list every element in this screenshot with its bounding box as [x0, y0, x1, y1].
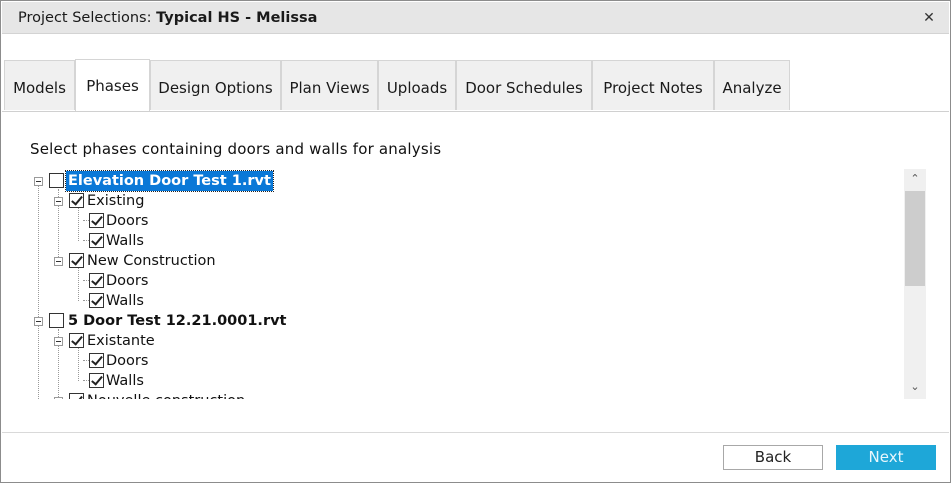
tab-uploads[interactable]: Uploads [378, 60, 456, 110]
tree-node-label: Walls [106, 373, 144, 389]
tree-node-phase[interactable]: Existing [29, 191, 329, 211]
vertical-scrollbar[interactable]: ⌃ ⌄ [904, 169, 926, 399]
collapse-icon[interactable] [54, 397, 63, 399]
tree-node-doors[interactable]: Doors [29, 211, 329, 231]
footer-divider [2, 432, 949, 433]
project-name: Typical HS - Melissa [156, 10, 318, 26]
tree-node-label: Elevation Door Test 1.rvt [65, 170, 274, 192]
collapse-icon[interactable] [54, 197, 63, 206]
tree-node-walls[interactable]: Walls [29, 231, 329, 251]
tab-plan-views[interactable]: Plan Views [281, 60, 378, 110]
walls-checkbox[interactable] [89, 293, 104, 308]
tree-content: Elevation Door Test 1.rvt Existing Doors… [29, 169, 904, 399]
doors-checkbox[interactable] [89, 273, 104, 288]
next-button[interactable]: Next [836, 445, 936, 470]
instructions-text: Select phases containing doors and walls… [30, 140, 442, 158]
collapse-icon[interactable] [34, 177, 43, 186]
tab-bar: Models Phases Design Options Plan Views … [4, 59, 949, 111]
scroll-up-icon[interactable]: ⌃ [904, 169, 926, 189]
walls-checkbox[interactable] [89, 373, 104, 388]
tree-node-doors[interactable]: Doors [29, 271, 329, 291]
collapse-icon[interactable] [54, 257, 63, 266]
doors-checkbox[interactable] [89, 213, 104, 228]
tab-models[interactable]: Models [4, 60, 75, 110]
tree-node-label: Doors [106, 273, 149, 289]
tree-node-label: Existing [87, 193, 145, 209]
tree-node-doors[interactable]: Doors [29, 351, 329, 371]
close-icon[interactable]: ✕ [919, 8, 939, 28]
back-button[interactable]: Back [723, 445, 823, 470]
tree-node-label: Nouvelle construction [87, 391, 245, 399]
dialog-window: Project Selections: Typical HS - Melissa… [0, 0, 951, 483]
tree-node-phase[interactable]: Nouvelle construction [29, 391, 329, 399]
collapse-icon[interactable] [54, 337, 63, 346]
phase-checkbox[interactable] [69, 393, 84, 399]
model-checkbox[interactable] [49, 313, 64, 328]
tab-design-options[interactable]: Design Options [150, 60, 281, 110]
walls-checkbox[interactable] [89, 233, 104, 248]
model-checkbox[interactable] [49, 173, 64, 188]
tree-node-walls[interactable]: Walls [29, 291, 329, 311]
window-title: Project Selections: Typical HS - Melissa [18, 10, 317, 26]
doors-checkbox[interactable] [89, 353, 104, 368]
tab-door-schedules[interactable]: Door Schedules [456, 60, 592, 110]
tree-node-label: Doors [106, 213, 149, 229]
tab-analyze[interactable]: Analyze [714, 60, 790, 110]
tree-node-label: New Construction [87, 253, 216, 269]
title-prefix: Project Selections: [18, 10, 157, 26]
phase-tree[interactable]: Elevation Door Test 1.rvt Existing Doors… [29, 169, 926, 399]
scroll-down-icon[interactable]: ⌄ [904, 377, 926, 397]
tree-node-label: Existante [87, 333, 155, 349]
tree-node-label: Walls [106, 233, 144, 249]
title-bar: Project Selections: Typical HS - Melissa… [2, 2, 949, 34]
phase-checkbox[interactable] [69, 193, 84, 208]
tree-node-phase[interactable]: New Construction [29, 251, 329, 271]
tree-node-label: Doors [106, 353, 149, 369]
tab-project-notes[interactable]: Project Notes [592, 60, 714, 110]
tree-node-model-2[interactable]: 5 Door Test 12.21.0001.rvt [29, 311, 329, 331]
phase-checkbox[interactable] [69, 253, 84, 268]
tree-node-model-1[interactable]: Elevation Door Test 1.rvt [29, 170, 329, 192]
scroll-thumb[interactable] [905, 191, 925, 286]
tree-node-label: Walls [106, 293, 144, 309]
collapse-icon[interactable] [34, 317, 43, 326]
phase-checkbox[interactable] [69, 333, 84, 348]
tree-node-walls[interactable]: Walls [29, 371, 329, 391]
tree-node-phase[interactable]: Existante [29, 331, 329, 351]
tree-node-label: 5 Door Test 12.21.0001.rvt [68, 313, 287, 329]
tab-phases[interactable]: Phases [75, 59, 150, 111]
tab-divider [2, 111, 949, 112]
